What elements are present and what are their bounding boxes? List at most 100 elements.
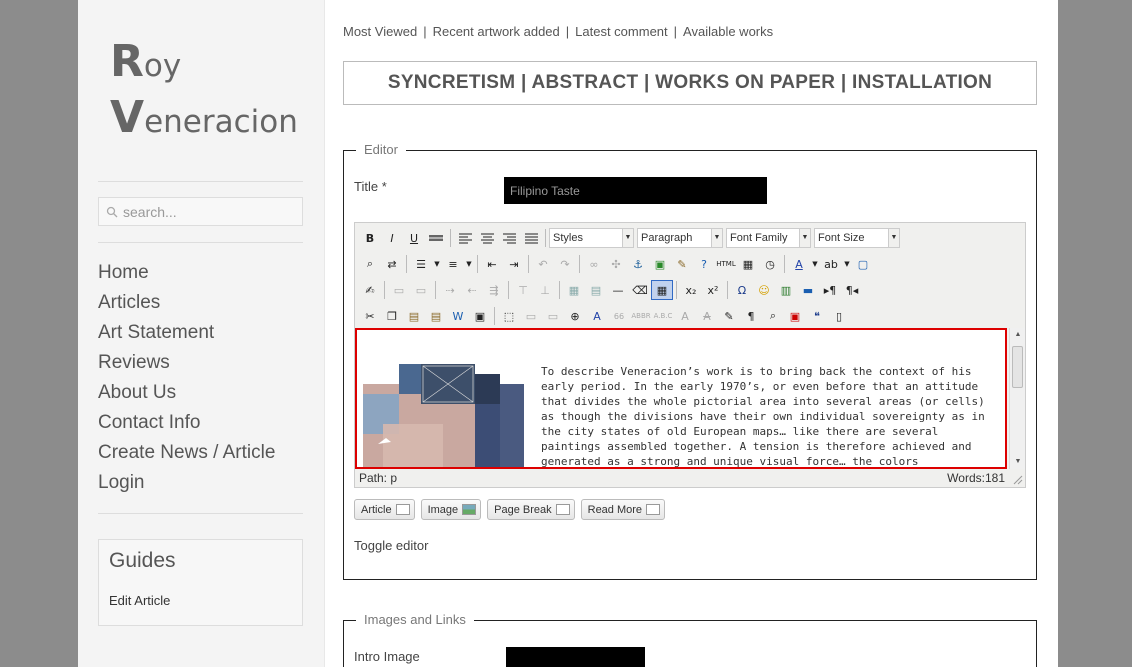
find-icon[interactable]: ⌕ xyxy=(359,254,381,274)
align-left-icon[interactable] xyxy=(454,228,476,248)
table-col-icon[interactable]: ⊥ xyxy=(534,280,556,300)
font-family-dropdown[interactable]: Font Family ▼ xyxy=(726,228,811,248)
remove-format-icon[interactable]: ⌫ xyxy=(629,280,651,300)
nav-item-about-us[interactable]: About Us xyxy=(98,380,275,410)
align-right-icon[interactable] xyxy=(498,228,520,248)
nav-item-reviews[interactable]: Reviews xyxy=(98,350,275,380)
font-size-dropdown[interactable]: Font Size ▼ xyxy=(814,228,900,248)
replace-icon[interactable]: ⇄ xyxy=(381,254,403,274)
chevron-down-icon[interactable]: ▼ xyxy=(432,254,442,274)
table-icon[interactable]: ▦ xyxy=(563,280,585,300)
paste-text-icon[interactable]: ▤ xyxy=(425,306,447,326)
strikethrough-icon[interactable] xyxy=(425,228,447,248)
table-row-icon[interactable]: ⊤ xyxy=(512,280,534,300)
insert-text-icon[interactable]: A xyxy=(674,306,696,326)
nav-item-home[interactable]: Home xyxy=(98,260,275,290)
quote-icon[interactable]: 66 xyxy=(608,306,630,326)
subscript-icon[interactable]: x₂ xyxy=(680,280,702,300)
bullet-list-icon[interactable]: ☰ xyxy=(410,254,432,274)
cite-icon[interactable]: ▭ xyxy=(520,306,542,326)
select-all-icon[interactable]: ▣ xyxy=(469,306,491,326)
preview-icon[interactable]: ⌕ xyxy=(762,306,784,326)
chevron-down-icon[interactable]: ▼ xyxy=(464,254,474,274)
insert-date-icon[interactable]: ▦ xyxy=(737,254,759,274)
table-props-icon[interactable]: ▤ xyxy=(585,280,607,300)
copy-icon[interactable]: ❐ xyxy=(381,306,403,326)
move-backward-icon[interactable]: ⇠ xyxy=(461,280,483,300)
bold-icon[interactable]: B xyxy=(359,228,381,248)
template-icon[interactable]: ✎ xyxy=(718,306,740,326)
special-char-icon[interactable]: Ω xyxy=(731,280,753,300)
blockquote-icon[interactable]: ❝ xyxy=(806,306,828,326)
indent-icon[interactable]: ⇥ xyxy=(503,254,525,274)
ltr-icon[interactable]: ▸¶ xyxy=(819,280,841,300)
read-more-button[interactable]: Read More xyxy=(580,499,666,520)
scroll-down-icon[interactable]: ▼ xyxy=(1010,455,1026,469)
link-available-works[interactable]: Available works xyxy=(683,24,773,39)
chevron-down-icon[interactable]: ▼ xyxy=(810,254,820,274)
image-button[interactable]: Image xyxy=(420,499,482,520)
emoticon-icon[interactable]: ☺ xyxy=(753,280,775,300)
fullscreen-icon[interactable]: ▢ xyxy=(852,254,874,274)
site-logo[interactable]: Roy Veneracion xyxy=(110,40,298,152)
nav-item-art-statement[interactable]: Art Statement xyxy=(98,320,275,350)
article-button[interactable]: Article xyxy=(354,499,415,520)
flash-icon[interactable]: ▣ xyxy=(784,306,806,326)
image-icon[interactable]: ▣ xyxy=(649,254,671,274)
page-break-icon[interactable]: ▯ xyxy=(828,306,850,326)
cut-icon[interactable]: ✂ xyxy=(359,306,381,326)
resize-handle-icon[interactable] xyxy=(1013,475,1023,485)
layer-icon[interactable]: ⇶ xyxy=(483,280,505,300)
outdent-icon[interactable]: ⇤ xyxy=(481,254,503,274)
acronym-icon[interactable]: A.B.C xyxy=(652,306,674,326)
page-break-button[interactable]: Page Break xyxy=(487,499,575,520)
delete-text-icon[interactable]: A xyxy=(696,306,718,326)
paste-icon[interactable]: ▤ xyxy=(403,306,425,326)
insert-icon[interactable]: ⊕ xyxy=(564,306,586,326)
editor-content-area[interactable]: To describe Veneracion’s work is to brin… xyxy=(355,328,1007,469)
nav-item-contact-info[interactable]: Contact Info xyxy=(98,410,275,440)
text-color-icon[interactable]: A xyxy=(788,254,810,274)
highlight-color-icon[interactable]: ab xyxy=(820,254,842,274)
visual-aid-icon[interactable]: ▦ xyxy=(651,280,673,300)
undo-icon[interactable]: ↶ xyxy=(532,254,554,274)
redo-icon[interactable]: ↷ xyxy=(554,254,576,274)
superscript-icon[interactable]: x² xyxy=(702,280,724,300)
attribs-icon[interactable]: A xyxy=(586,306,608,326)
nav-item-login[interactable]: Login xyxy=(98,470,275,500)
paste-word-icon[interactable]: W xyxy=(447,306,469,326)
toggle-editor-link[interactable]: Toggle editor xyxy=(354,538,428,553)
move-forward-icon[interactable]: ⇢ xyxy=(439,280,461,300)
search-input[interactable] xyxy=(123,202,293,222)
nav-item-articles[interactable]: Articles xyxy=(98,290,275,320)
horizontal-rule-icon[interactable]: — xyxy=(607,280,629,300)
underline-icon[interactable]: U xyxy=(403,228,425,248)
help-icon[interactable]: ? xyxy=(693,254,715,274)
cleanup-icon[interactable]: ✎ xyxy=(671,254,693,274)
rtl-icon[interactable]: ¶◂ xyxy=(841,280,863,300)
insert-time-icon[interactable]: ◷ xyxy=(759,254,781,274)
scroll-up-icon[interactable]: ▲ xyxy=(1010,328,1026,342)
absolute-icon[interactable]: ▭ xyxy=(410,280,432,300)
paragraph-dropdown[interactable]: Paragraph ▼ xyxy=(637,228,723,248)
nonbreaking-icon[interactable]: ▬ xyxy=(797,280,819,300)
edit-css-icon[interactable]: ✍ xyxy=(359,280,381,300)
link-icon[interactable]: ∞ xyxy=(583,254,605,274)
title-input[interactable] xyxy=(504,177,767,204)
html-icon[interactable]: HTML xyxy=(715,254,737,274)
nav-item-create-news[interactable]: Create News / Article xyxy=(98,440,275,470)
abbreviation-icon[interactable]: ABBR xyxy=(630,306,652,326)
path-value[interactable]: p xyxy=(390,471,397,485)
edit-article-link[interactable]: Edit Article xyxy=(109,593,170,608)
link-latest-comment[interactable]: Latest comment xyxy=(575,24,668,39)
chevron-down-icon[interactable]: ▼ xyxy=(842,254,852,274)
abbr-icon[interactable]: ▭ xyxy=(542,306,564,326)
editor-scrollbar[interactable]: ▲ ▼ xyxy=(1009,328,1025,469)
align-justify-icon[interactable] xyxy=(520,228,542,248)
numbered-list-icon[interactable]: ≡ xyxy=(442,254,464,274)
intro-image-select[interactable] xyxy=(506,647,645,667)
media-icon[interactable]: ▥ xyxy=(775,280,797,300)
align-center-icon[interactable] xyxy=(476,228,498,248)
anchor-icon[interactable]: ⚓ xyxy=(627,254,649,274)
insert-layer-icon[interactable]: ▭ xyxy=(388,280,410,300)
